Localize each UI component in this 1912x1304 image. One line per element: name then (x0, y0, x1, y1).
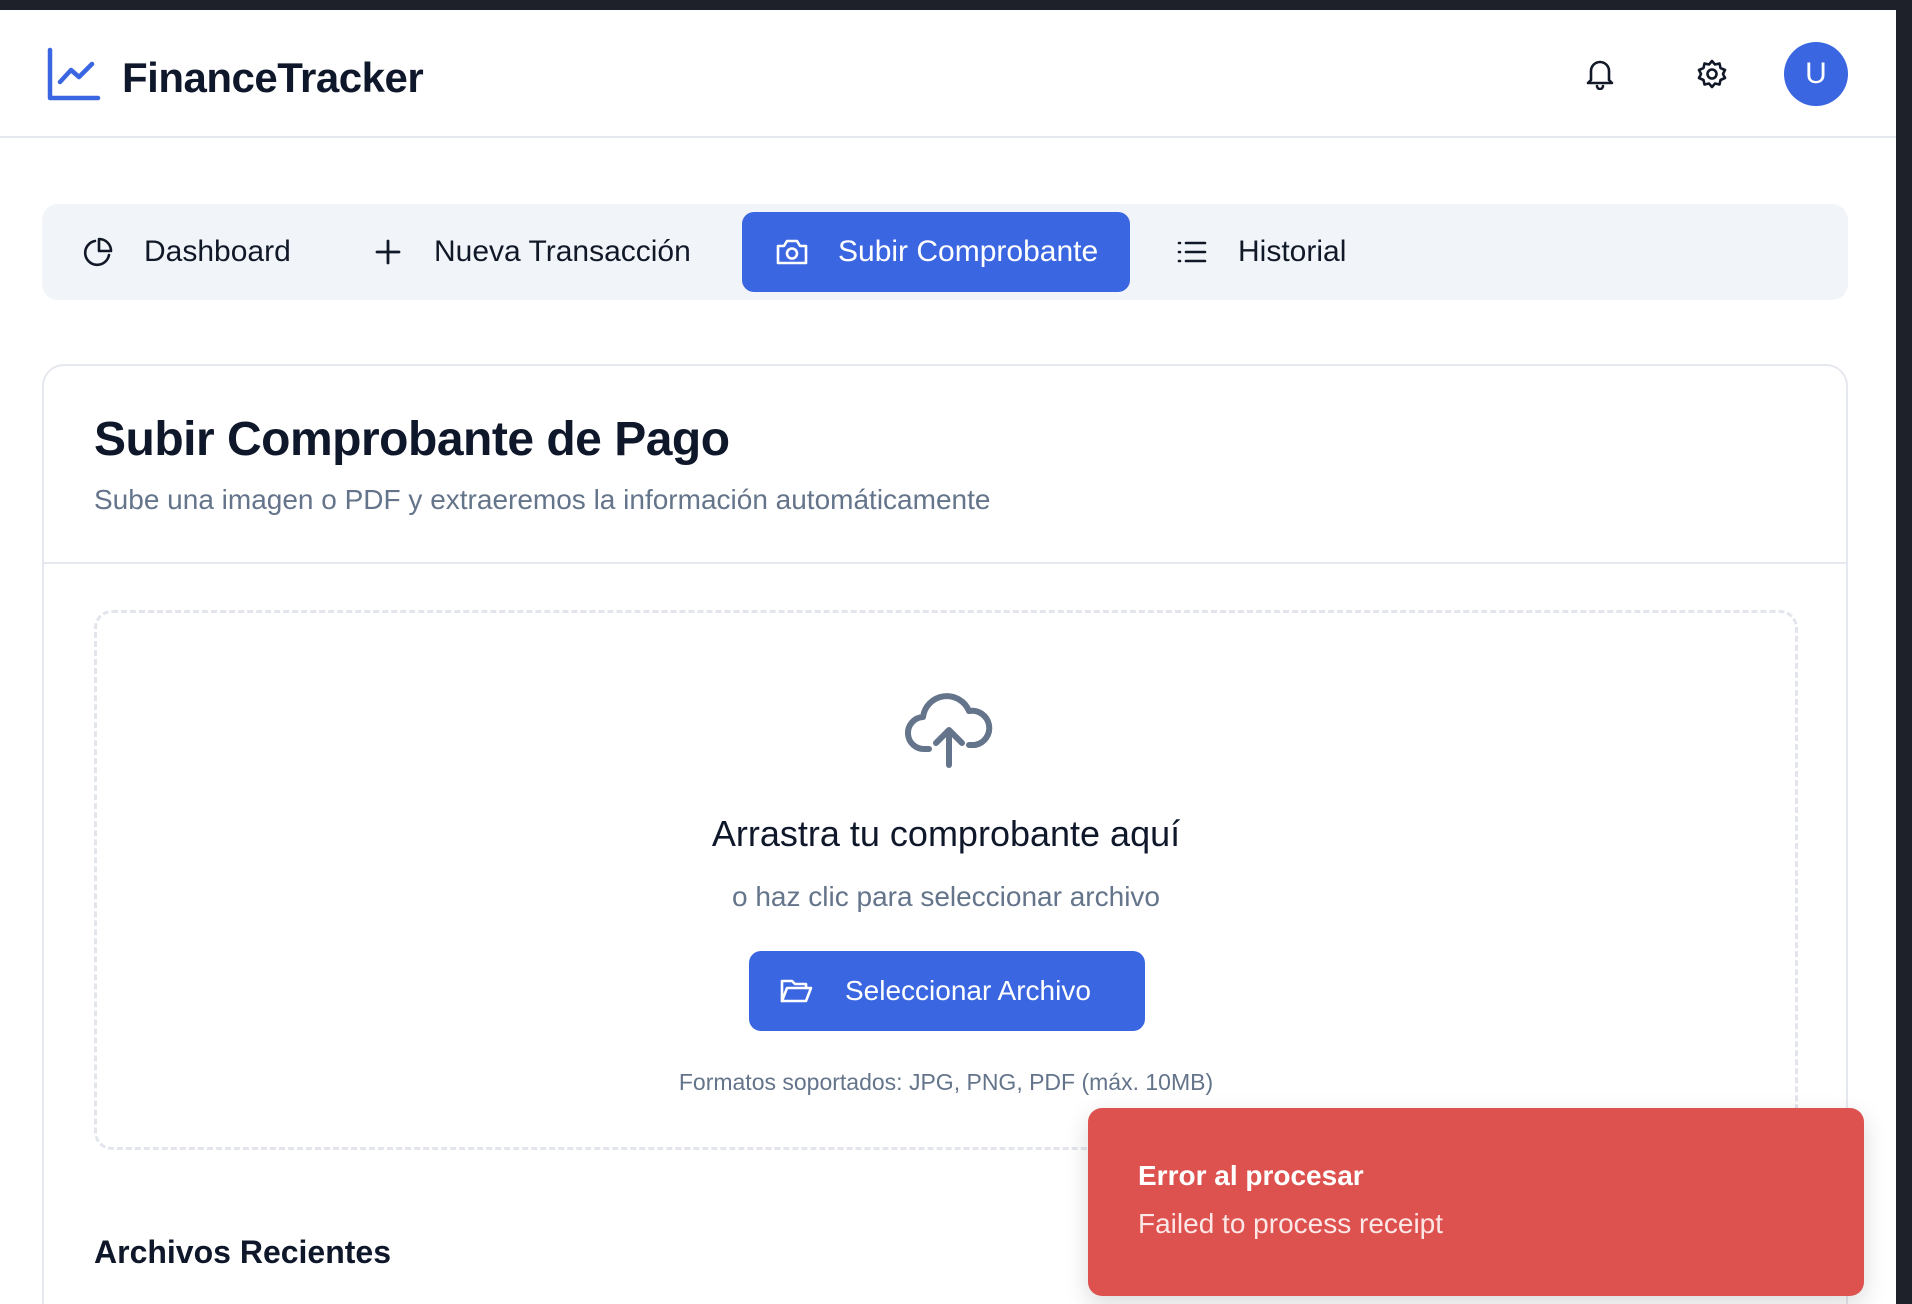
tab-label: Dashboard (144, 235, 291, 268)
bell-icon[interactable] (1578, 52, 1622, 96)
app-window: FinanceTracker U Dashboard Nueva Transac… (0, 10, 1896, 1304)
camera-icon (772, 232, 812, 272)
list-icon (1172, 232, 1212, 272)
tab-dashboard[interactable]: Dashboard (78, 212, 291, 292)
tab-historial[interactable]: Historial (1172, 212, 1346, 292)
main-tabs: Dashboard Nueva Transacción Subir Compro… (42, 204, 1848, 300)
toast-message: Failed to process receipt (1138, 1208, 1444, 1239)
tab-label: Nueva Transacción (434, 235, 691, 268)
cloud-upload-icon (903, 683, 995, 775)
page-title: Subir Comprobante de Pago (94, 413, 730, 466)
error-toast[interactable]: Error al procesar Failed to process rece… (1088, 1108, 1864, 1296)
gear-icon[interactable] (1690, 52, 1734, 96)
recent-files-title: Archivos Recientes (94, 1234, 392, 1270)
page-subtitle: Sube una imagen o PDF y extraeremos la i… (94, 484, 991, 515)
select-file-button[interactable]: Seleccionar Archivo (749, 951, 1145, 1031)
folder-open-icon (779, 973, 815, 1009)
plus-icon (368, 232, 408, 272)
dropzone-subtitle: o haz clic para seleccionar archivo (732, 881, 1160, 912)
dropzone-title: Arrastra tu comprobante aquí (711, 813, 1181, 854)
chart-line-icon (46, 46, 102, 102)
tab-label: Historial (1238, 235, 1347, 268)
divider (44, 562, 1846, 564)
tab-subir-comprobante[interactable]: Subir Comprobante (742, 212, 1130, 292)
tab-nueva-transaccion[interactable]: Nueva Transacción (368, 212, 691, 292)
toast-title: Error al procesar (1138, 1160, 1364, 1191)
tab-label: Subir Comprobante (838, 235, 1099, 268)
upload-dropzone[interactable]: Arrastra tu comprobante aquí o haz clic … (94, 610, 1798, 1150)
pie-chart-icon (78, 232, 118, 272)
top-header: FinanceTracker U (0, 10, 1896, 138)
select-file-label: Seleccionar Archivo (845, 975, 1091, 1006)
avatar[interactable]: U (1784, 42, 1848, 106)
supported-formats: Formatos soportados: JPG, PNG, PDF (máx.… (678, 1069, 1214, 1095)
app-brand: FinanceTracker (122, 54, 424, 101)
